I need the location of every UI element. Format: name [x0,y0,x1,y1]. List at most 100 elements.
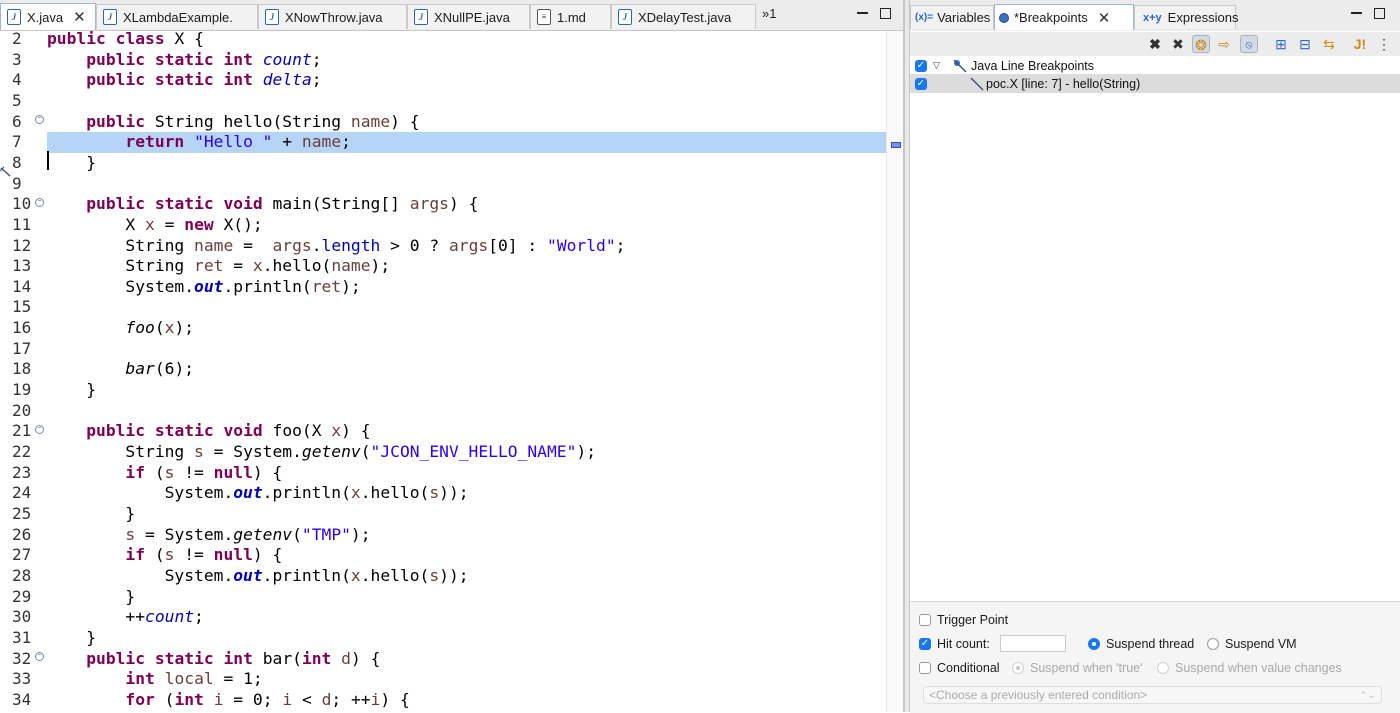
close-icon[interactable]: ✕ [73,8,86,26]
code-line[interactable] [47,91,887,112]
condition-placeholder: <Choose a previously entered condition> [929,688,1148,702]
link-with-debug-view-icon[interactable]: ⇆ [1320,35,1338,53]
tab-1-md[interactable]: ≡ 1.md [530,4,611,29]
remove-breakpoint-icon[interactable]: ✖ [1146,35,1164,53]
remove-all-breakpoints-icon[interactable]: ✖ [1169,35,1187,53]
code-line[interactable]: String s = System.getenv("JCON_ENV_HELLO… [47,442,887,463]
checkbox-checked-icon[interactable]: ✓ [915,77,927,90]
fold-toggle-icon[interactable]: − [35,425,44,434]
code-token: = [223,256,253,276]
code-token: System. [47,483,234,503]
code-line[interactable]: System.out.println(x.hello(s)); [47,566,887,587]
tree-node-breakpoint[interactable]: ✓ poc.X [line: 7] - hello(String) [910,74,1400,93]
line-number-gutter[interactable]: 2 3 4 5 6 7 8 9 10 11 12 13 14 15 16 17 18 19 20 21 22 23 24 25… [0,29,47,712]
code-line[interactable]: } [47,628,887,649]
code-line[interactable]: public String hello(String name) { [47,112,887,133]
conditional-option[interactable]: Conditional [919,661,1000,675]
tab-label: XNullPE.java [434,9,510,25]
code-line[interactable]: s = System.getenv("TMP"); [47,525,887,546]
code-line[interactable]: ++count; [47,607,887,628]
code-token: main(String[] [262,194,410,214]
code-line[interactable]: for (int i = 0; i < d; ++i) { [47,690,887,711]
code-line[interactable]: if (s != null) { [47,463,887,484]
code-line[interactable] [47,339,887,360]
fold-toggle-icon[interactable]: − [35,652,44,661]
code-line[interactable]: public static void main(String[] args) { [47,194,887,215]
code-line[interactable]: if (s != null) { [47,545,887,566]
code-line[interactable] [47,401,887,422]
tab-variables[interactable]: (x)= Variables [910,5,994,29]
tab-x-java[interactable]: J X.java ✕ [0,3,96,30]
tab-expressions[interactable]: x+y Expressions [1134,5,1238,29]
code-token: public [86,49,146,69]
code-line[interactable]: } [47,380,887,401]
code-line[interactable]: String name = args.length > 0 ? args[0] … [47,236,887,257]
close-icon[interactable]: ✕ [1098,9,1111,27]
fold-toggle-icon[interactable]: − [35,115,44,124]
code-token: ); [350,524,371,544]
code-line[interactable]: public static int delta; [47,70,887,91]
hit-count-option[interactable]: ✓ Hit count: [919,635,1066,652]
code-line[interactable] [47,297,887,318]
tree-node-java-line-breakpoints[interactable]: ✓ ▽ Java Line Breakpoints [910,56,1400,75]
checkbox-checked-icon[interactable]: ✓ [915,59,927,72]
trigger-point-checkbox[interactable] [919,614,931,626]
code-line[interactable]: } [47,587,887,608]
code-line[interactable]: foo(x); [47,318,887,339]
code-token: .println( [262,483,351,503]
code-token: public [86,194,146,214]
code-line[interactable] [47,174,887,195]
code-line[interactable]: public static int bar(int d) { [47,649,887,670]
code-line[interactable]: public class X { [47,29,887,50]
collapse-all-icon[interactable]: ⊟ [1296,35,1314,53]
tab-label: 1.md [557,9,586,25]
tab-breakpoints[interactable]: *Breakpoints ✕ [994,4,1134,30]
code-line[interactable]: X x = new X(); [47,215,887,236]
tab-xnowthrow[interactable]: J XNowThrow.java [258,4,407,29]
show-supported-breakpoints-icon[interactable]: ❂ [1192,35,1210,53]
expand-all-icon[interactable]: ⊞ [1272,35,1290,53]
suspend-thread-radio[interactable] [1088,638,1100,650]
code-editor[interactable]: public class X { public static int count… [47,29,887,712]
add-java-exception-breakpoint-icon[interactable]: J! [1351,35,1369,53]
tab-xnullpe[interactable]: J XNullPE.java [407,4,530,29]
chevron-down-icon[interactable]: ▽ [933,60,940,71]
go-to-file-icon[interactable]: ⇨ [1215,35,1233,53]
tab-overflow-button[interactable]: »1 [762,6,776,21]
maximize-icon[interactable] [1374,8,1385,19]
code-line[interactable]: public static int count; [47,50,887,71]
current-code-line[interactable]: return "Hello " + name; [47,132,887,153]
code-line[interactable]: bar(6); [47,359,887,380]
skip-all-breakpoints-icon[interactable]: ⦸ [1240,35,1258,53]
suspend-vm-radio[interactable] [1207,638,1219,650]
hit-count-checkbox[interactable]: ✓ [919,637,931,650]
code-token: = System. [203,442,302,461]
minimize-icon[interactable] [857,8,868,14]
maximize-icon[interactable] [880,8,891,19]
suspend-thread-option[interactable]: Suspend thread [1088,637,1194,651]
fold-toggle-icon[interactable]: − [35,198,44,207]
breakpoint-marker-icon[interactable] [0,166,12,178]
code-line[interactable]: System.out.println(ret); [47,277,887,298]
code-line[interactable]: System.out.println(x.hello(s)); [47,483,887,504]
hit-count-input[interactable] [999,635,1066,652]
code-line[interactable]: } [47,153,887,174]
trigger-point-option[interactable]: Trigger Point [919,613,1008,627]
code-line[interactable]: } [47,504,887,525]
current-line-marker[interactable] [891,142,901,148]
code-token: ) { [380,689,410,709]
tab-xlambdaexample[interactable]: J XLambdaExample. [96,4,258,29]
overview-ruler[interactable] [886,31,904,712]
suspend-vm-option[interactable]: Suspend VM [1207,637,1297,651]
conditional-checkbox[interactable] [919,662,931,674]
suspend-thread-label: Suspend thread [1106,637,1195,651]
code-token: static [154,70,214,90]
breakpoints-tree[interactable]: ✓ ▽ Java Line Breakpoints ✓ poc.X [line:… [910,56,1400,601]
view-menu-icon[interactable]: ⋮ [1375,35,1393,53]
code-line[interactable]: String ret = x.hello(name); [47,256,887,277]
minimize-icon[interactable] [1351,8,1362,14]
code-line[interactable]: public static void foo(X x) { [47,421,887,442]
tab-xdelaytest[interactable]: J XDelayTest.java [611,4,756,29]
code-line[interactable]: int local = 1; [47,669,887,690]
